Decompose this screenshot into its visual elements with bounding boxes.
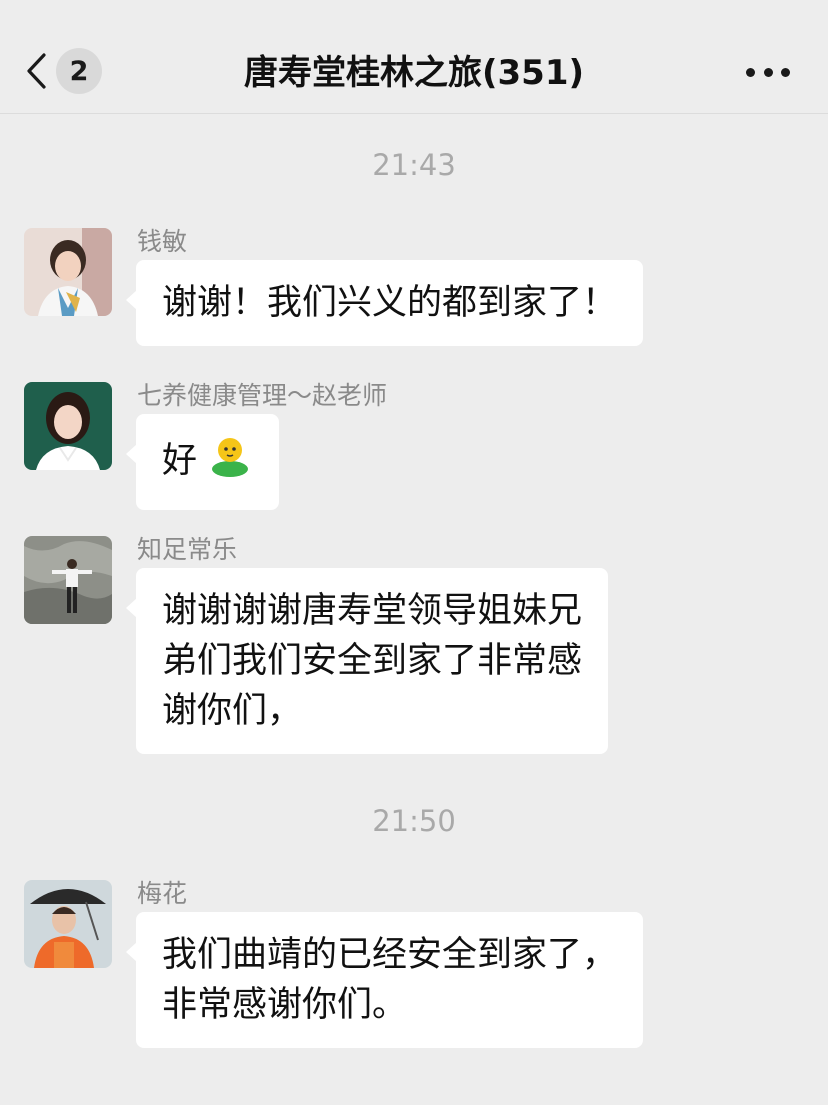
sender-name: 钱敏 — [137, 227, 188, 256]
message-bubble[interactable]: 谢谢谢谢唐寿堂领导姐妹兄 弟们我们安全到家了非常感 谢你们， — [125, 568, 609, 754]
back-button[interactable]: 2 — [26, 46, 102, 96]
chevron-left-icon — [26, 53, 48, 89]
message-text-line: 弟们我们安全到家了非常感 — [162, 641, 583, 681]
avatar[interactable] — [24, 880, 112, 968]
message-bubble[interactable]: 我们曲靖的已经安全到家了， 非常感谢你们。 — [125, 912, 644, 1048]
avatar[interactable] — [24, 536, 112, 624]
message-bubble[interactable]: 谢谢！我们兴义的都到家了！ — [125, 260, 644, 346]
chat-header: 2 唐寿堂桂林之旅(351) — [0, 0, 828, 114]
message-text-line: 非常感谢你们。 — [162, 985, 408, 1025]
green-figure-emoji-icon — [207, 432, 253, 492]
sender-name: 七养健康管理～赵老师 — [137, 381, 388, 410]
sender-name: 梅花 — [137, 879, 188, 908]
message-text-line: 谢你们， — [162, 691, 303, 731]
avatar[interactable] — [24, 228, 112, 316]
chat-screen: 2 唐寿堂桂林之旅(351) 21:43 钱敏 谢谢！我们兴义的都到家了！ 七养… — [0, 0, 828, 1105]
chat-title: 唐寿堂桂林之旅(351) — [243, 53, 585, 93]
message-text-line: 谢谢谢谢唐寿堂领导姐妹兄 — [162, 591, 583, 631]
unread-badge: 2 — [56, 48, 102, 94]
message-text-line: 我们曲靖的已经安全到家了， — [162, 935, 618, 975]
more-options-icon[interactable] — [746, 62, 790, 82]
message-bubble[interactable]: 好 — [125, 414, 280, 510]
timestamp: 21:50 — [372, 804, 456, 838]
message-text: 谢谢！我们兴义的都到家了！ — [162, 283, 618, 323]
timestamp: 21:43 — [372, 148, 456, 182]
sender-name: 知足常乐 — [137, 535, 238, 564]
message-text: 好 — [162, 441, 198, 481]
avatar[interactable] — [24, 382, 112, 470]
